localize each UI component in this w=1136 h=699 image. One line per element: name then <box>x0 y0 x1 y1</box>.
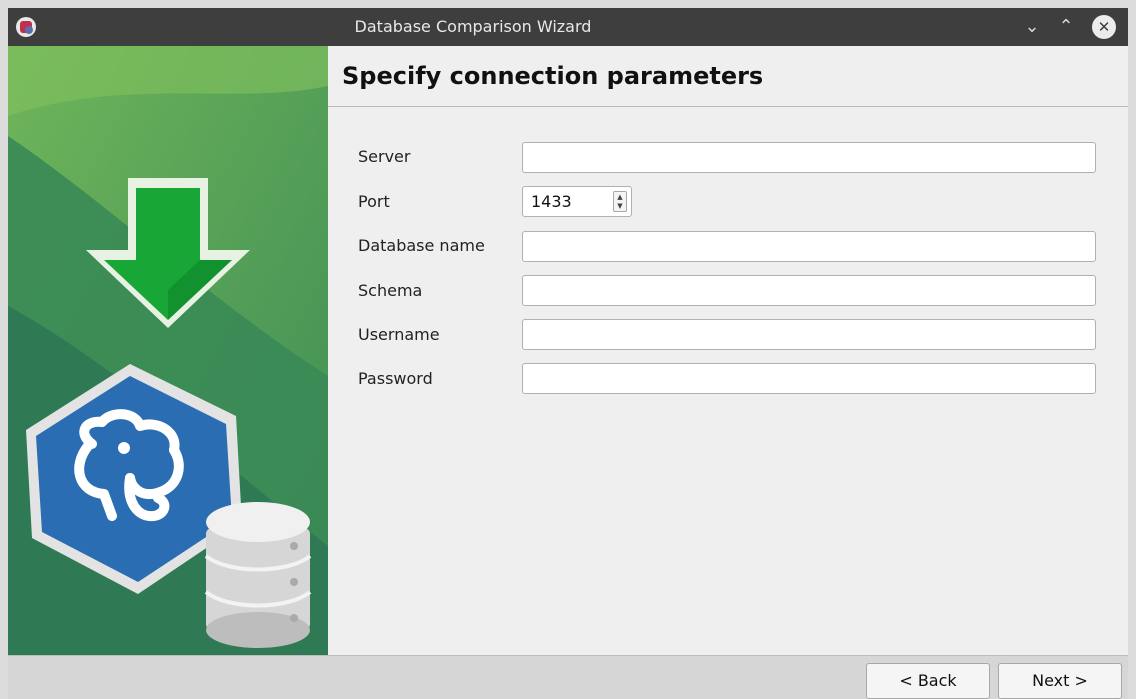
username-label: Username <box>358 325 440 344</box>
username-input[interactable] <box>522 319 1096 350</box>
schema-input[interactable] <box>522 275 1096 306</box>
port-spin-buttons: ▲ ▼ <box>613 191 627 212</box>
page-heading: Specify connection parameters <box>342 62 764 90</box>
wizard-sidebar-banner <box>8 46 328 655</box>
heading-divider <box>328 106 1128 107</box>
wizard-footer: < Back Next > <box>8 655 1128 699</box>
server-label: Server <box>358 147 411 166</box>
server-input[interactable] <box>522 142 1096 173</box>
wizard-content: Specify connection parameters Server Por… <box>328 46 1128 655</box>
port-label: Port <box>358 192 390 211</box>
chevron-up-icon: ⌃ <box>1058 16 1074 37</box>
next-button[interactable]: Next > <box>998 663 1122 699</box>
back-button[interactable]: < Back <box>866 663 990 699</box>
database-name-input[interactable] <box>522 231 1096 262</box>
sidebar-illustration <box>8 46 328 655</box>
password-label: Password <box>358 369 433 388</box>
close-icon: ✕ <box>1097 18 1111 36</box>
port-spinbox[interactable]: 1433 ▲ ▼ <box>522 186 632 217</box>
chevron-down-icon: ⌄ <box>1024 16 1040 37</box>
close-button[interactable]: ✕ <box>1092 15 1116 39</box>
window-title: Database Comparison Wizard <box>354 17 592 36</box>
spin-down-arrow-icon[interactable]: ▼ <box>614 202 626 211</box>
spin-up-arrow-icon[interactable]: ▲ <box>614 193 626 202</box>
minimize-button[interactable]: ⌄ <box>1020 16 1044 38</box>
maximize-button[interactable]: ⌃ <box>1054 16 1078 38</box>
title-bar: Database Comparison Wizard ⌄ ⌃ ✕ <box>8 8 1128 46</box>
password-input[interactable] <box>522 363 1096 394</box>
port-value: 1433 <box>531 192 572 211</box>
database-icon <box>204 502 312 648</box>
schema-label: Schema <box>358 281 423 300</box>
database-name-label: Database name <box>358 236 485 255</box>
